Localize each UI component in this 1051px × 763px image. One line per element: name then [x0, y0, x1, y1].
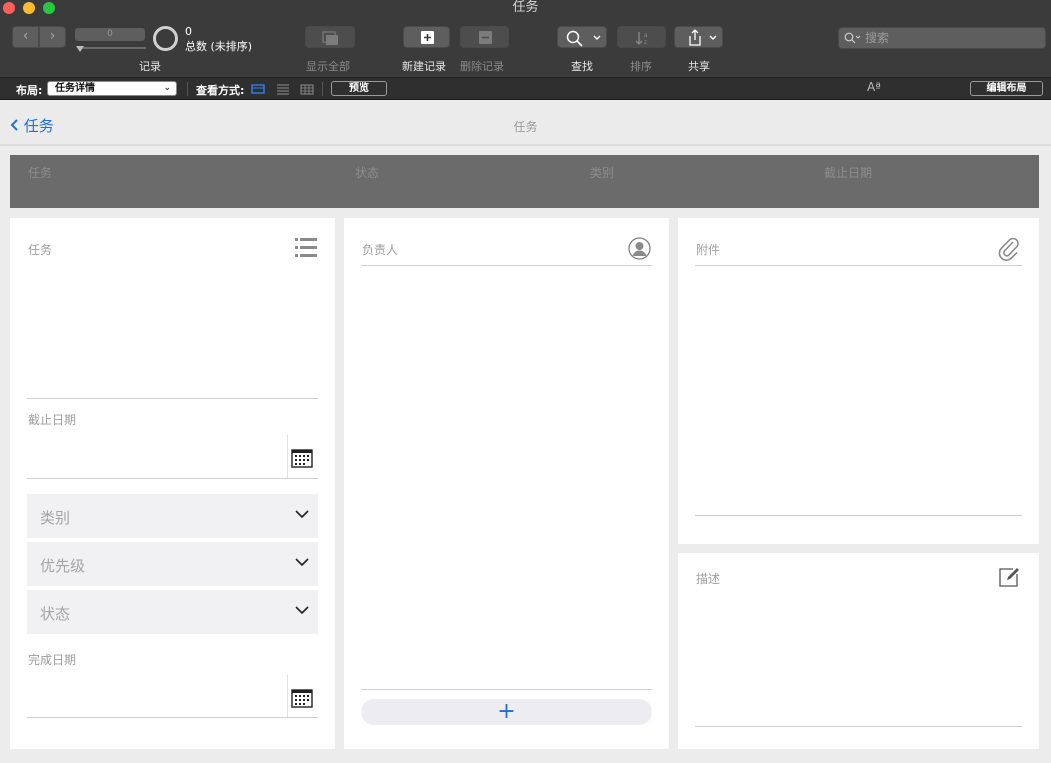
- completed-date-label: 完成日期: [28, 653, 77, 667]
- view-as-form-icon[interactable]: [251, 83, 265, 95]
- minus-icon: [479, 31, 492, 44]
- plus-icon: [421, 31, 434, 44]
- chevron-down-icon: [295, 510, 309, 519]
- sort-label: 排序: [630, 60, 652, 73]
- completed-date-field[interactable]: [27, 675, 318, 718]
- layout-bar-divider: [187, 82, 188, 96]
- share-button[interactable]: [674, 26, 723, 48]
- previous-record-button[interactable]: ‹: [12, 26, 39, 48]
- page-header: 任务 任务: [0, 100, 1051, 146]
- layout-bar-divider-2: [322, 82, 323, 96]
- person-icon[interactable]: [628, 237, 651, 260]
- summary-column-task: 任务: [28, 166, 53, 180]
- add-assignee-button[interactable]: +: [361, 699, 652, 725]
- due-date-field[interactable]: [27, 435, 318, 478]
- show-all-label: 显示全部: [306, 60, 350, 73]
- calendar-icon[interactable]: [291, 448, 313, 468]
- show-all-button[interactable]: [305, 26, 355, 48]
- category-dropdown-label: 类别: [40, 509, 71, 527]
- priority-dropdown-label: 优先级: [40, 557, 86, 575]
- new-record-label: 新建记录: [402, 60, 446, 73]
- next-record-button[interactable]: ›: [39, 26, 66, 48]
- layout-label: 布局:: [16, 84, 43, 97]
- search-input[interactable]: 搜索: [838, 27, 1046, 49]
- show-all-icon: [322, 31, 338, 45]
- record-slider-track[interactable]: [78, 47, 146, 49]
- layout-select-value: 任务详情: [55, 83, 95, 94]
- chevron-left-icon: ‹: [22, 28, 29, 44]
- task-field-underline: [27, 398, 318, 399]
- edit-layout-button[interactable]: 编辑布局: [970, 81, 1043, 96]
- due-date-divider: [287, 435, 288, 478]
- completed-date-underline: [27, 717, 318, 718]
- due-date-label: 截止日期: [28, 413, 77, 427]
- record-progress-ring: [153, 26, 178, 51]
- attachments-underline: [695, 265, 1022, 266]
- layout-select[interactable]: 任务详情 ⌄: [47, 81, 177, 96]
- description-label: 描述: [696, 572, 721, 586]
- assignee-panel: 负责人 +: [344, 218, 669, 749]
- task-details-panel: 任务 截止日期 类别 优先级 状态 完成日期: [10, 218, 335, 749]
- view-as-table-icon[interactable]: [300, 83, 314, 95]
- list-icon[interactable]: [294, 237, 318, 259]
- description-panel: 描述: [678, 553, 1039, 749]
- search-icon: [566, 30, 601, 47]
- page-title: 任务: [513, 120, 538, 134]
- attachments-bottom-line: [695, 515, 1022, 516]
- share-icon: [689, 29, 717, 46]
- attachments-panel: 附件: [678, 218, 1039, 544]
- svg-text:a: a: [644, 33, 648, 39]
- summary-column-due-date: 截止日期: [824, 166, 873, 180]
- view-as-label: 查看方式:: [196, 84, 245, 97]
- paperclip-icon[interactable]: [998, 236, 1022, 262]
- category-dropdown[interactable]: 类别: [27, 494, 318, 538]
- window-toolbar: 任务 ‹ › 0 0 总数 (未排序) 记录 显示全部 新建记录 删除记录 查找…: [0, 0, 1051, 78]
- chevron-down-icon: [295, 606, 309, 615]
- sort-button[interactable]: az: [617, 26, 666, 48]
- chevron-down-icon: [295, 558, 309, 567]
- priority-dropdown[interactable]: 优先级: [27, 542, 318, 586]
- assignee-label: 负责人: [362, 243, 399, 257]
- assignee-list-bottom-line: [361, 689, 652, 690]
- search-field-icon: [844, 32, 861, 44]
- sort-icon: az: [635, 32, 648, 46]
- edit-note-icon[interactable]: [998, 566, 1022, 588]
- task-field-label: 任务: [28, 243, 53, 257]
- delete-record-label: 删除记录: [460, 60, 504, 73]
- find-button[interactable]: [557, 26, 607, 48]
- window-title: 任务: [512, 0, 539, 15]
- status-dropdown[interactable]: 状态: [27, 590, 318, 634]
- total-record-label: 总数 (未排序): [185, 40, 253, 53]
- share-label: 共享: [688, 60, 710, 73]
- layout-bar: 布局: 任务详情 ⌄ 查看方式: 预览 Aª 编辑布局: [0, 78, 1051, 100]
- status-dropdown-label: 状态: [40, 605, 71, 623]
- find-label: 查找: [571, 60, 593, 73]
- delete-record-button[interactable]: [460, 26, 509, 48]
- preview-button[interactable]: 预览: [331, 81, 387, 96]
- calendar-icon[interactable]: [291, 688, 313, 708]
- attachments-label: 附件: [696, 243, 721, 257]
- total-record-count: 0: [185, 25, 192, 38]
- svg-text:z: z: [644, 40, 647, 46]
- summary-column-status: 状态: [355, 166, 380, 180]
- view-as-list-icon[interactable]: [276, 83, 290, 95]
- assignee-underline: [361, 265, 652, 266]
- due-date-underline: [27, 478, 318, 479]
- font-size-icon[interactable]: Aª: [867, 80, 881, 94]
- record-navigation: ‹ ›: [12, 26, 66, 48]
- record-slider-thumb[interactable]: [76, 46, 84, 52]
- chevron-right-icon: ›: [49, 28, 56, 44]
- summary-column-category: 类别: [590, 166, 615, 180]
- records-label: 记录: [139, 60, 161, 73]
- description-underline: [695, 726, 1022, 727]
- chevron-down-icon: ⌄: [163, 83, 171, 93]
- completed-date-divider: [287, 675, 288, 718]
- new-record-button[interactable]: [403, 26, 450, 48]
- record-number-field[interactable]: 0: [75, 28, 145, 41]
- summary-strip: 任务 状态 类别 截止日期: [10, 155, 1039, 208]
